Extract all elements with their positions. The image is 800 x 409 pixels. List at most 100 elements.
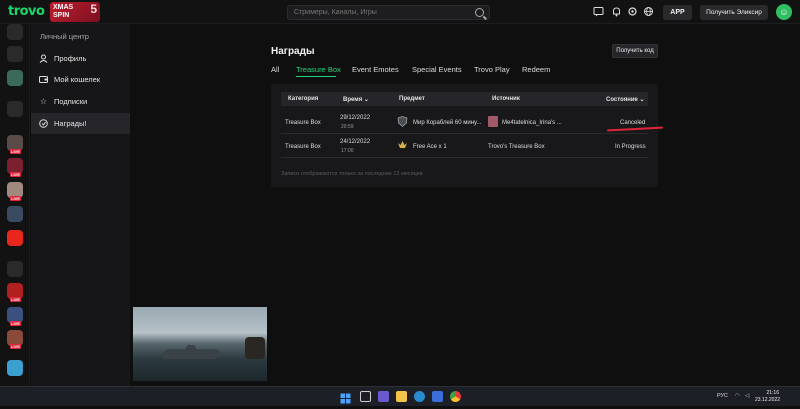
chrome-browser-icon[interactable] (450, 391, 461, 402)
volume-icon[interactable]: ◁ (745, 393, 749, 399)
rewards-table-panel: Категория Время ⌄ Предмет Источник Состо… (271, 84, 658, 187)
row-time: 17:00 (341, 148, 354, 154)
column-item: Предмет (399, 96, 425, 102)
source-avatar (488, 116, 498, 127)
live-badge: LIVE (10, 149, 21, 154)
tab-special-events[interactable]: Special Events (412, 65, 462, 74)
channel-avatar-8[interactable]: LIVE (7, 330, 23, 349)
row-status: Canceled (620, 120, 646, 126)
menu-item-profile[interactable]: Профиль (31, 48, 130, 69)
chevron-down-icon: ⌄ (639, 97, 645, 103)
live-badge: LIVE (10, 172, 21, 177)
table-row: Treasure Box 24/12/2022 17:00 Free Ace x… (281, 135, 648, 158)
live-badge: LIVE (10, 297, 21, 302)
tab-event-emotes[interactable]: Event Emotes (352, 65, 399, 74)
menu-title: Личный центр (40, 32, 89, 41)
chat-icon[interactable] (593, 6, 604, 17)
channel-avatar-9[interactable] (7, 360, 23, 376)
channel-avatar-4[interactable] (7, 206, 23, 222)
tab-redeem[interactable]: Redeem (522, 65, 550, 74)
windows-taskbar: РУС ◠ ◁ 21:16 23.12.2022 (0, 386, 800, 406)
chevron-down-icon: ⌄ (363, 97, 369, 103)
alarm-clock-icon[interactable] (7, 24, 23, 40)
streamer-webcam (245, 337, 265, 359)
tab-all[interactable]: All (271, 65, 279, 74)
column-status-label: Состояние (606, 97, 638, 103)
row-source: Trovo's Treasure Box (488, 144, 545, 150)
edge-browser-icon[interactable] (414, 391, 425, 402)
channel-rail: LIVE LIVE LIVE LIVE LIVE LIVE (0, 24, 30, 386)
menu-item-label: Награды! (54, 119, 87, 128)
search-icon[interactable] (475, 8, 484, 17)
globe-icon[interactable] (643, 6, 654, 17)
get-elixir-button[interactable]: Получить Эликсир (700, 5, 768, 20)
gift-icon (39, 119, 48, 128)
promo-badge: 5 (90, 2, 97, 16)
mini-video-player[interactable] (133, 307, 267, 381)
row-source[interactable]: Me4tatelnica_Irina's ... (502, 120, 562, 126)
video-frame-ship (161, 345, 221, 359)
xmas-spin-promo[interactable]: XMAS SPIN 5 (50, 2, 100, 22)
system-clock[interactable]: 21:16 23.12.2022 (755, 390, 781, 404)
menu-item-rewards[interactable]: Награды! (31, 113, 130, 134)
channel-avatar-3[interactable]: LIVE (7, 182, 23, 201)
column-status[interactable]: Состояние ⌄ (606, 96, 645, 103)
search-taskbar-icon[interactable] (360, 391, 371, 402)
live-badge: LIVE (10, 344, 21, 349)
channel-avatar-7[interactable]: LIVE (7, 307, 23, 326)
game-category-icon[interactable] (7, 70, 23, 86)
menu-item-wallet[interactable]: Мой кошелек (31, 69, 130, 90)
search-input[interactable]: Стримеры, Каналы, Игры (287, 5, 490, 20)
live-badge: LIVE (10, 196, 21, 201)
file-explorer-icon[interactable] (396, 391, 407, 402)
search-placeholder: Стримеры, Каналы, Игры (294, 9, 377, 16)
menu-item-label: Профиль (54, 54, 87, 63)
row-item: Мир Кораблей 60 мину... (413, 120, 482, 126)
menu-item-label: Мой кошелек (54, 75, 101, 84)
channel-avatar-5[interactable] (7, 230, 23, 246)
row-time: 20:59 (341, 124, 354, 130)
row-category: Treasure Box (285, 120, 321, 126)
column-source: Источник (492, 96, 520, 102)
tab-treasure-box[interactable]: Treasure Box (296, 65, 341, 74)
wifi-icon[interactable]: ◠ (735, 393, 740, 399)
channel-avatar-6[interactable]: LIVE (7, 283, 23, 302)
settings-icon[interactable] (627, 6, 638, 17)
tab-trovo-play[interactable]: Trovo Play (474, 65, 510, 74)
row-date: 29/12/2022 (340, 115, 371, 121)
trovo-logo[interactable]: trovo (8, 4, 45, 19)
column-time[interactable]: Время ⌄ (343, 96, 369, 103)
app-button-label: APP (670, 9, 685, 16)
row-date: 24/12/2022 (340, 139, 371, 145)
language-indicator[interactable]: РУС (717, 393, 728, 399)
menu-item-label: Подписки (54, 97, 88, 106)
calendar-icon[interactable] (7, 46, 23, 62)
channel-avatar-1[interactable]: LIVE (7, 135, 23, 154)
table-header: Категория Время ⌄ Предмет Источник Состо… (281, 92, 648, 106)
clock-date: 23.12.2022 (755, 397, 781, 403)
row-item: Free Ace x 1 (413, 144, 447, 150)
table-row: Treasure Box 29/12/2022 20:59 Мир Корабл… (281, 111, 648, 134)
thumbs-up-icon[interactable] (7, 261, 23, 277)
chat-taskbar-icon[interactable] (378, 391, 389, 402)
user-avatar[interactable]: ☺ (776, 4, 792, 20)
notification-bell-icon[interactable] (611, 6, 622, 17)
get-code-button[interactable]: Получить код (612, 44, 658, 58)
ace-rank-icon (397, 140, 408, 151)
star-icon: ☆ (39, 97, 48, 106)
elixir-button-label: Получить Эликсир (706, 9, 762, 16)
clock-time: 21:16 (766, 390, 779, 396)
page-title: Награды (271, 46, 315, 57)
row-status: In Progress (615, 144, 646, 150)
shield-emblem-icon (397, 116, 408, 127)
store-icon[interactable] (432, 391, 443, 402)
row-category: Treasure Box (285, 144, 321, 150)
app-download-button[interactable]: APP (663, 5, 692, 20)
channel-avatar-2[interactable]: LIVE (7, 158, 23, 177)
heart-icon[interactable] (7, 101, 23, 117)
start-menu-icon[interactable] (340, 391, 351, 404)
menu-item-subscriptions[interactable]: ☆ Подписки (31, 91, 130, 112)
top-bar: trovo XMAS SPIN 5 Стримеры, Каналы, Игры… (0, 0, 800, 24)
column-time-label: Время (343, 97, 363, 103)
column-category: Категория (288, 96, 319, 102)
